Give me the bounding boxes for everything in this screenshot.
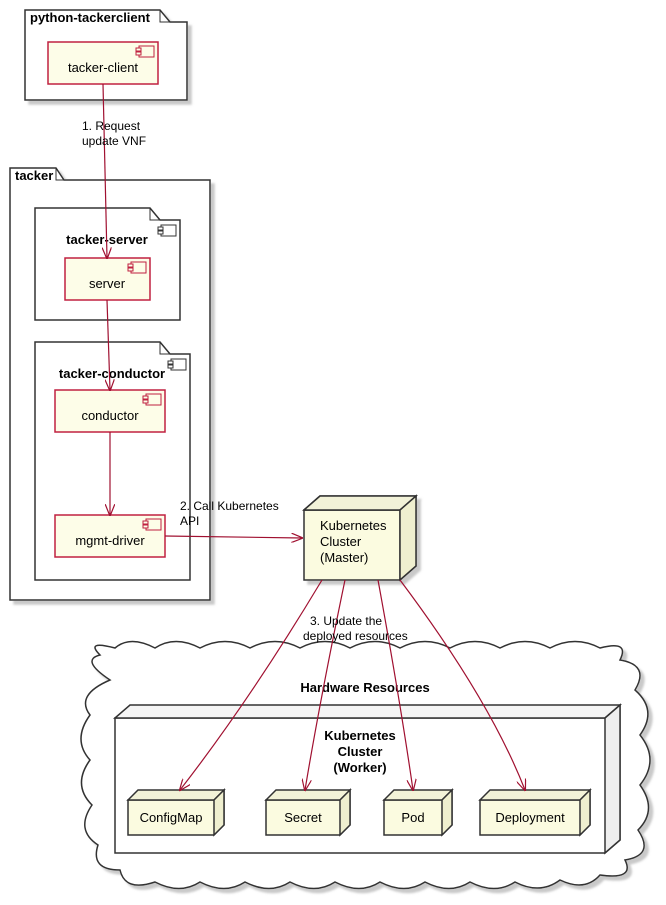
arrow-label: deployed resources [303,629,408,643]
package-title: python-tackerclient [30,10,151,25]
cloud-title: Hardware Resources [300,680,429,695]
node-kubernetes-master: Kubernetes Cluster (Master) [304,496,416,580]
component-icon [128,262,146,273]
component-label: conductor [81,408,139,423]
package-python-tackerclient: python-tackerclient tacker-client [25,10,187,100]
node-label: Deployment [495,810,565,825]
component-label: server [89,276,126,291]
node-label: (Master) [320,550,368,565]
component-mgmt-driver: mgmt-driver [55,515,165,557]
node-label: ConfigMap [140,810,203,825]
arrow-label: 2. Call Kubernetes [180,499,279,513]
node-label: Cluster [320,534,362,549]
component-conductor: conductor [55,390,165,432]
component-icon [143,519,161,530]
arrow-label: update VNF [82,134,146,148]
node-label: Kubernetes [324,728,396,743]
node-label: Secret [284,810,322,825]
arrow-label: API [180,514,199,528]
node-secret: Secret [266,790,350,835]
node-deployment: Deployment [480,790,590,835]
arrow-label: 3. Update the [310,614,382,628]
node-label: Cluster [338,744,383,759]
arrow-label: 1. Request [82,119,141,133]
component-server: server [65,258,150,300]
package-title: tacker [15,168,53,183]
node-label: Kubernetes [320,518,387,533]
component-tacker-client: tacker-client [48,42,158,84]
component-icon [158,225,176,236]
component-label: tacker-client [68,60,138,75]
node-pod: Pod [384,790,452,835]
component-label: mgmt-driver [75,533,145,548]
component-icon [136,46,154,57]
node-label: (Worker) [333,760,386,775]
component-icon [143,394,161,405]
node-label: Pod [401,810,424,825]
package-tacker-conductor: tacker-conductor conductor mgmt-driver [35,342,190,580]
node-configmap: ConfigMap [128,790,224,835]
component-icon [168,359,186,370]
package-title: tacker-conductor [59,366,165,381]
uml-component-diagram: python-tackerclient tacker-client tacker… [0,0,666,905]
